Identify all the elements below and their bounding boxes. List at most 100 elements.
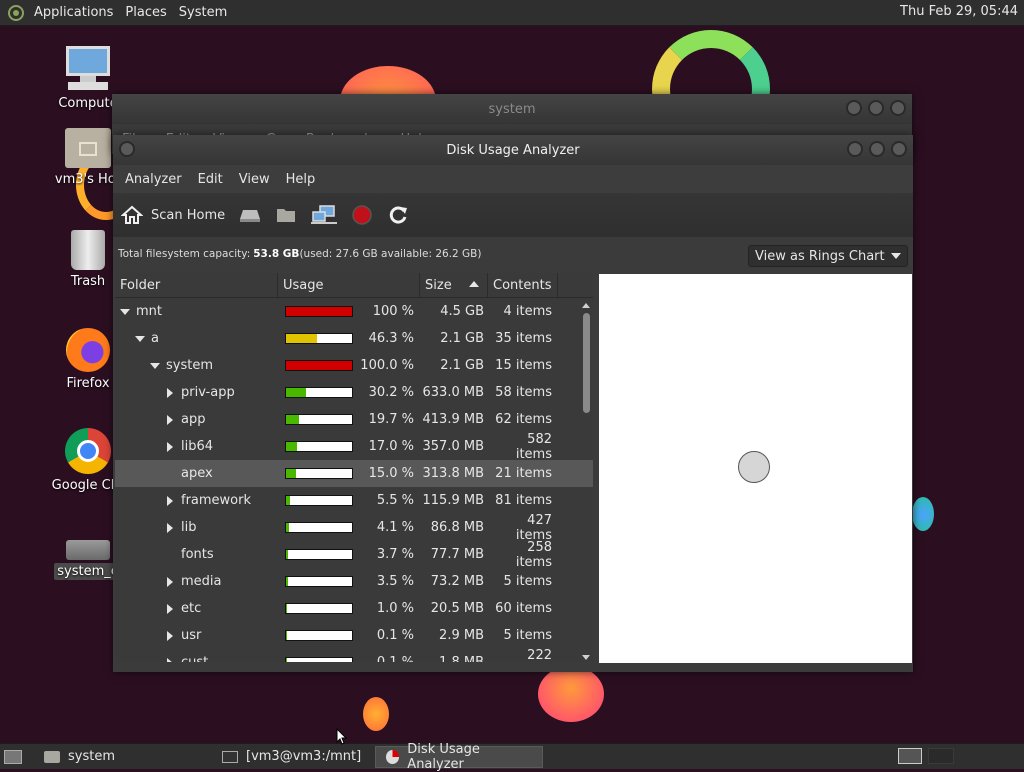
usage-bar-fill bbox=[286, 550, 289, 559]
expander-closed-icon[interactable] bbox=[167, 523, 173, 533]
scan-home-button[interactable]: Scan Home bbox=[121, 205, 225, 225]
refresh-icon[interactable] bbox=[387, 204, 409, 226]
window-titlebar[interactable]: Disk Usage Analyzer bbox=[113, 135, 913, 165]
table-row[interactable]: lib64 17.0 % 357.0 MB 582 items bbox=[115, 431, 593, 462]
taskbar: system [vm3@vm3:/mnt] Disk Usage Analyze… bbox=[0, 742, 1024, 772]
expander-open-icon[interactable] bbox=[135, 336, 145, 342]
tree-rows: mnt 100 % 4.5 GB 4 items a 46.3 % 2.1 GB 35 ite… bbox=[115, 298, 593, 662]
stop-icon[interactable] bbox=[351, 204, 373, 226]
table-row[interactable]: lib 4.1 % 86.8 MB 427 items bbox=[115, 513, 593, 543]
usage-bar bbox=[285, 360, 353, 371]
capacity-prefix: Total filesystem capacity: bbox=[118, 248, 251, 260]
disk-usage-analyzer-window[interactable]: Disk Usage Analyzer Analyzer Edit View H… bbox=[113, 135, 913, 672]
table-row[interactable]: cust 0.1 % 1.8 MB 222 items bbox=[115, 648, 593, 662]
size-cell: 2.1 GB bbox=[440, 331, 484, 346]
column-header-size[interactable]: Size bbox=[420, 273, 488, 297]
table-row[interactable]: fonts 3.7 % 77.7 MB 258 items bbox=[115, 540, 593, 570]
menu-view[interactable]: View bbox=[231, 172, 278, 187]
table-row[interactable]: media 3.5 % 73.2 MB 5 items bbox=[115, 568, 593, 595]
folder-cell: usr bbox=[115, 622, 278, 649]
expander-closed-icon[interactable] bbox=[167, 631, 173, 641]
workspace-switcher[interactable] bbox=[898, 748, 922, 764]
usage-bar bbox=[285, 441, 353, 452]
table-row[interactable]: mnt 100 % 4.5 GB 4 items bbox=[115, 298, 593, 325]
column-header-usage[interactable]: Usage bbox=[278, 273, 420, 297]
usage-percent: 19.7 % bbox=[368, 412, 414, 427]
folder-tree[interactable]: Folder Usage Size Contents mnt 100 % 4.5 G… bbox=[115, 273, 593, 662]
expander-closed-icon[interactable] bbox=[167, 604, 173, 614]
show-desktop-icon[interactable] bbox=[4, 749, 22, 764]
usage-cell: 3.7 % bbox=[278, 547, 420, 562]
usage-bar bbox=[285, 387, 353, 398]
table-row[interactable]: app 19.7 % 413.9 MB 62 items bbox=[115, 406, 593, 433]
table-row[interactable]: system 100.0 % 2.1 GB 15 items bbox=[115, 352, 593, 379]
task-label: Disk Usage Analyzer bbox=[407, 741, 480, 772]
expander-closed-icon[interactable] bbox=[167, 442, 173, 452]
expander-closed-icon[interactable] bbox=[167, 388, 173, 398]
close-button[interactable] bbox=[891, 141, 907, 157]
sort-ascending-icon bbox=[469, 281, 479, 287]
task-file-manager[interactable]: system bbox=[34, 746, 208, 768]
rings-chart-center[interactable] bbox=[738, 451, 770, 483]
table-row[interactable]: usr 0.1 % 2.9 MB 5 items bbox=[115, 622, 593, 649]
folder-cell: mnt bbox=[115, 298, 278, 325]
scan-filesystem-icon[interactable] bbox=[239, 206, 261, 224]
expander-open-icon[interactable] bbox=[150, 363, 160, 369]
expander-closed-icon[interactable] bbox=[167, 577, 173, 587]
close-button[interactable] bbox=[890, 100, 906, 116]
clock[interactable]: Thu Feb 29, 05:44 bbox=[900, 4, 1018, 19]
menu-analyzer[interactable]: Analyzer bbox=[117, 172, 190, 187]
window-menu-button[interactable] bbox=[119, 141, 135, 157]
expander-open-icon[interactable] bbox=[120, 309, 130, 315]
folder-cell: lib64 bbox=[115, 433, 278, 460]
system-menu[interactable]: System bbox=[173, 5, 233, 20]
menu-help[interactable]: Help bbox=[278, 172, 324, 187]
usage-percent: 0.1 % bbox=[376, 628, 414, 643]
scan-folder-icon[interactable] bbox=[275, 206, 297, 224]
contents-cell: 582 items bbox=[515, 431, 552, 462]
task-terminal[interactable]: [vm3@vm3:/mnt] bbox=[212, 746, 371, 768]
usage-bar bbox=[285, 549, 353, 560]
capacity-value: 53.8 GB bbox=[253, 248, 300, 260]
size-cell: 86.8 MB bbox=[430, 520, 484, 535]
task-disk-usage-analyzer[interactable]: Disk Usage Analyzer bbox=[375, 742, 544, 772]
places-menu[interactable]: Places bbox=[119, 5, 172, 20]
scan-remote-folder-icon[interactable] bbox=[311, 205, 338, 225]
table-row[interactable]: etc 1.0 % 20.5 MB 60 items bbox=[115, 595, 593, 622]
disk-usage-icon bbox=[386, 749, 400, 764]
menu-edit[interactable]: Edit bbox=[190, 172, 231, 187]
usage-bar-fill bbox=[286, 388, 306, 397]
maximize-button[interactable] bbox=[869, 141, 885, 157]
top-panel: Applications Places System Thu Feb 29, 0… bbox=[0, 0, 1024, 26]
tree-scrollbar[interactable] bbox=[581, 301, 591, 660]
usage-percent: 5.5 % bbox=[376, 493, 414, 508]
minimize-button[interactable] bbox=[846, 100, 862, 116]
scroll-up-arrow[interactable] bbox=[582, 303, 590, 308]
column-header-contents[interactable]: Contents bbox=[488, 273, 558, 297]
maximize-button[interactable] bbox=[868, 100, 884, 116]
expander-closed-icon[interactable] bbox=[167, 496, 173, 506]
table-row[interactable]: framework 5.5 % 115.9 MB 81 items bbox=[115, 487, 593, 514]
scroll-down-arrow[interactable] bbox=[582, 655, 590, 660]
workspace-switcher-2[interactable] bbox=[928, 748, 954, 764]
folder-name: lib bbox=[181, 520, 197, 535]
scrollbar-thumb[interactable] bbox=[583, 313, 590, 413]
contents-cell: 81 items bbox=[495, 493, 552, 508]
expander-closed-icon[interactable] bbox=[167, 658, 173, 662]
table-row[interactable]: a 46.3 % 2.1 GB 35 items bbox=[115, 325, 593, 352]
view-as-value: View as Rings Chart bbox=[755, 248, 885, 264]
table-row[interactable]: apex 15.0 % 313.8 MB 21 items bbox=[115, 460, 593, 487]
usage-cell: 15.0 % bbox=[278, 466, 420, 481]
column-header-folder[interactable]: Folder bbox=[115, 273, 278, 297]
rings-chart-pane[interactable] bbox=[599, 274, 912, 663]
minimize-button[interactable] bbox=[847, 141, 863, 157]
size-cell: 73.2 MB bbox=[430, 574, 484, 589]
table-row[interactable]: priv-app 30.2 % 633.0 MB 58 items bbox=[115, 379, 593, 406]
view-as-select[interactable]: View as Rings Chart bbox=[748, 245, 908, 267]
window-titlebar[interactable]: system bbox=[112, 94, 912, 124]
applications-menu[interactable]: Applications bbox=[28, 5, 119, 20]
capacity-rest: (used: 27.6 GB available: 26.2 GB) bbox=[299, 248, 482, 260]
usage-cell: 4.1 % bbox=[278, 520, 420, 535]
size-cell: 313.8 MB bbox=[422, 466, 484, 481]
expander-closed-icon[interactable] bbox=[167, 415, 173, 425]
